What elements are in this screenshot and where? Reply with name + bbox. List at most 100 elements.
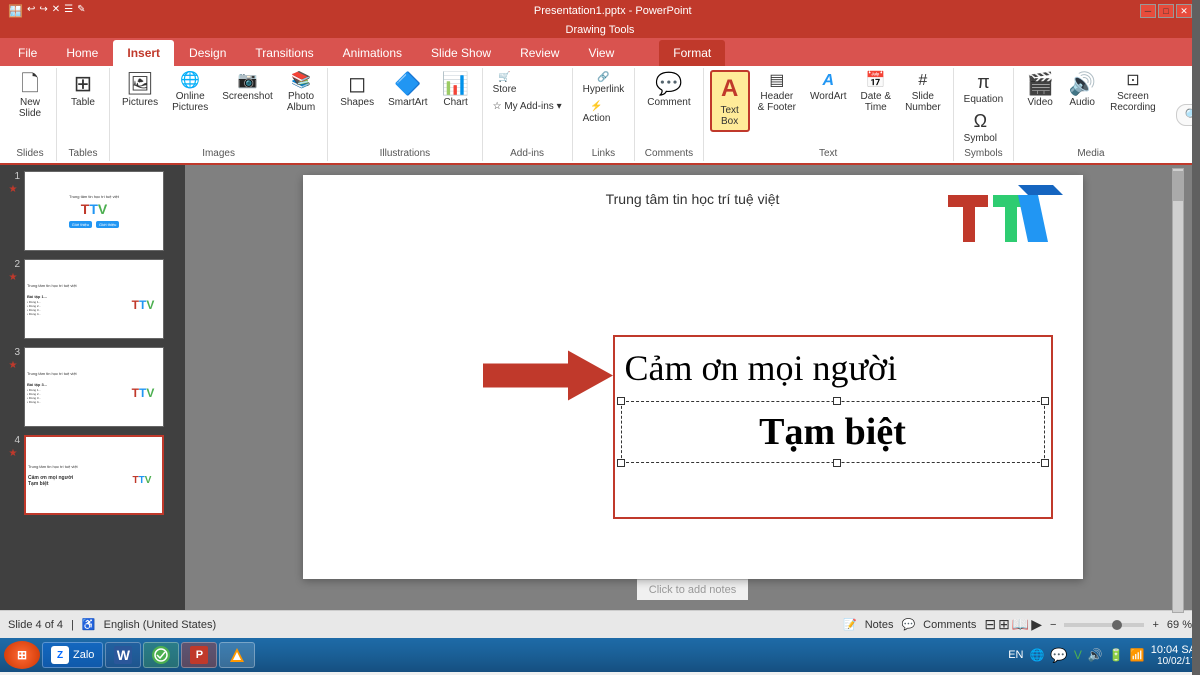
- lang-indicator: EN: [1008, 649, 1023, 661]
- language: English (United States): [104, 619, 217, 631]
- status-left: Slide 4 of 4 | ♿ English (United States): [8, 618, 216, 631]
- wordart-btn[interactable]: A WordArt: [804, 70, 853, 105]
- slide-4-thumb[interactable]: 4 ★ Trung tâm tin học trí tuệ việt Cảm ơ…: [4, 433, 181, 517]
- handle-tm[interactable]: [833, 397, 841, 405]
- slide-3-preview[interactable]: Trung tâm tin học trí tuệ việt Bài tập 3…: [24, 347, 164, 427]
- taskbar-powerpoint[interactable]: P: [181, 642, 217, 668]
- ribbon-group-images: 🖼 Pictures 🌐 OnlinePictures 📷 Screenshot…: [110, 68, 328, 161]
- handle-tl[interactable]: [617, 397, 625, 405]
- inner-text-box[interactable]: Tạm biệt: [621, 401, 1045, 463]
- word-icon: W: [114, 646, 132, 664]
- maximize-btn[interactable]: □: [1158, 4, 1174, 18]
- store-btn[interactable]: 🛒 Store: [489, 70, 521, 97]
- datetime-btn[interactable]: 📅 Date &Time: [855, 70, 898, 116]
- start-button[interactable]: ⊞: [4, 641, 40, 669]
- equation-btn[interactable]: π Equation: [960, 70, 1007, 107]
- pictures-icon: 🖼: [126, 73, 154, 95]
- slide-number-icon: #: [918, 73, 927, 89]
- zoom-level[interactable]: 69 %: [1167, 619, 1192, 631]
- slide-sorter-icon[interactable]: ⊞: [998, 616, 1010, 633]
- audio-icon: 🔊: [1068, 73, 1095, 95]
- tab-home[interactable]: Home: [52, 40, 112, 66]
- ribbon-group-slides: 🗋 NewSlide Slides: [4, 68, 57, 161]
- slide-2-preview[interactable]: Trung tâm tin học trí tuệ việt Bài tập 1…: [24, 259, 164, 339]
- taskbar-word[interactable]: W: [105, 642, 141, 668]
- slide-number-btn[interactable]: # SlideNumber: [899, 70, 947, 116]
- zoom-slider[interactable]: [1064, 623, 1144, 627]
- battery-icon: 🔋: [1109, 648, 1124, 662]
- table-btn[interactable]: ⊞ Table: [63, 70, 103, 111]
- slide-2-thumb[interactable]: 2 ★ Trung tâm tin học trí tuệ việt Bài t…: [4, 257, 181, 341]
- pictures-btn[interactable]: 🖼 Pictures: [116, 70, 164, 111]
- chart-btn[interactable]: 📊 Chart: [436, 70, 476, 111]
- minimize-btn[interactable]: ─: [1140, 4, 1156, 18]
- vertical-scrollbar[interactable]: [1172, 168, 1184, 610]
- hyperlink-btn[interactable]: 🔗 Hyperlink: [579, 70, 629, 97]
- smartart-btn[interactable]: 🔷 SmartArt: [382, 70, 433, 111]
- tab-design[interactable]: Design: [175, 40, 240, 66]
- tab-review[interactable]: Review: [506, 40, 573, 66]
- tab-transitions[interactable]: Transitions: [241, 40, 327, 66]
- taskbar-zalo[interactable]: Z Zalo: [42, 642, 103, 668]
- photo-album-btn[interactable]: 📚 PhotoAlbum: [281, 70, 321, 116]
- slide-1-thumb[interactable]: 1 ★ Trung tâm tin học trí tuệ việt T T V…: [4, 169, 181, 253]
- ribbon-group-text: A TextBox ▤ Header& Footer A WordArt 📅 D…: [704, 68, 954, 161]
- screen-recording-btn[interactable]: ⊡ ScreenRecording: [1104, 70, 1162, 116]
- slide-1-preview[interactable]: Trung tâm tin học trí tuệ việt T T V Giớ…: [24, 171, 164, 251]
- tab-file[interactable]: File: [4, 40, 51, 66]
- video-btn[interactable]: 🎬 Video: [1020, 70, 1060, 111]
- datetime-icon: 📅: [866, 73, 886, 89]
- handle-br[interactable]: [1041, 459, 1049, 467]
- comments-icon: 💬: [901, 618, 915, 631]
- action-btn[interactable]: ⚡ Action: [579, 99, 615, 126]
- media-group-label: Media: [1077, 148, 1104, 159]
- notes-bar[interactable]: Click to add notes: [637, 579, 748, 600]
- taskbar-app5[interactable]: [219, 642, 255, 668]
- screenshot-btn[interactable]: 📷 Screenshot: [216, 70, 279, 105]
- illustrations-group-label: Illustrations: [380, 148, 431, 159]
- tab-insert[interactable]: Insert: [113, 40, 174, 66]
- zoom-slider-thumb[interactable]: [1112, 620, 1122, 630]
- textbox-btn[interactable]: A TextBox: [710, 70, 750, 132]
- slide-4-preview[interactable]: Trung tâm tin học trí tuệ việt Cảm ơn mọ…: [24, 435, 164, 515]
- slide-3-thumb[interactable]: 3 ★ Trung tâm tin học trí tuệ việt Bài t…: [4, 345, 181, 429]
- zoom-plus[interactable]: +: [1152, 619, 1158, 631]
- comment-btn[interactable]: 💬 Comment: [641, 70, 696, 111]
- shapes-btn[interactable]: ◻ Shapes: [334, 70, 380, 111]
- online-pictures-btn[interactable]: 🌐 OnlinePictures: [166, 70, 214, 116]
- slideshow-icon[interactable]: ▶: [1031, 616, 1042, 633]
- header-footer-btn[interactable]: ▤ Header& Footer: [752, 70, 802, 116]
- notes-label[interactable]: Notes: [865, 619, 894, 631]
- my-addins-btn[interactable]: ☆ My Add-ins ▾: [489, 99, 566, 114]
- view-icons: ⊟ ⊞ 📖 ▶: [984, 616, 1042, 633]
- tab-view[interactable]: View: [574, 40, 628, 66]
- main-text-line2: Tạm biệt: [759, 411, 906, 453]
- header-footer-icon: ▤: [769, 73, 784, 89]
- handle-bl[interactable]: [617, 459, 625, 467]
- tab-slideshow[interactable]: Slide Show: [417, 40, 505, 66]
- right-arrow-svg: [483, 346, 613, 406]
- drawing-tools-label: Drawing Tools: [566, 24, 635, 36]
- close-btn[interactable]: ✕: [1176, 4, 1192, 18]
- tab-animations[interactable]: Animations: [329, 40, 416, 66]
- comments-label[interactable]: Comments: [923, 619, 976, 631]
- tab-format[interactable]: Format: [659, 40, 725, 66]
- reading-view-icon[interactable]: 📖: [1012, 616, 1029, 633]
- handle-tr[interactable]: [1041, 397, 1049, 405]
- new-slide-btn[interactable]: 🗋 NewSlide: [10, 70, 50, 122]
- outer-text-box[interactable]: Cảm ơn mọi người Tạm biệt: [613, 335, 1053, 519]
- online-pictures-icon: 🌐: [180, 73, 200, 89]
- handle-bm[interactable]: [833, 459, 841, 467]
- taskbar-app3[interactable]: [143, 642, 179, 668]
- scroll-thumb[interactable]: [1173, 171, 1183, 201]
- video-icon: 🎬: [1026, 73, 1053, 95]
- symbol-btn[interactable]: Ω Symbol: [960, 109, 1001, 146]
- slide-canvas[interactable]: Trung tâm tin học trí tuệ việt: [303, 175, 1083, 579]
- click-to-add-notes[interactable]: Click to add notes: [649, 584, 736, 596]
- zoom-minus[interactable]: −: [1050, 619, 1056, 631]
- store-icon: 🛒: [498, 72, 510, 83]
- window-controls[interactable]: ─ □ ✕: [1140, 4, 1192, 18]
- ribbon: 🗋 NewSlide Slides ⊞ Table Tables 🖼 Pictu…: [0, 66, 1200, 165]
- audio-btn[interactable]: 🔊 Audio: [1062, 70, 1102, 111]
- normal-view-icon[interactable]: ⊟: [984, 616, 996, 633]
